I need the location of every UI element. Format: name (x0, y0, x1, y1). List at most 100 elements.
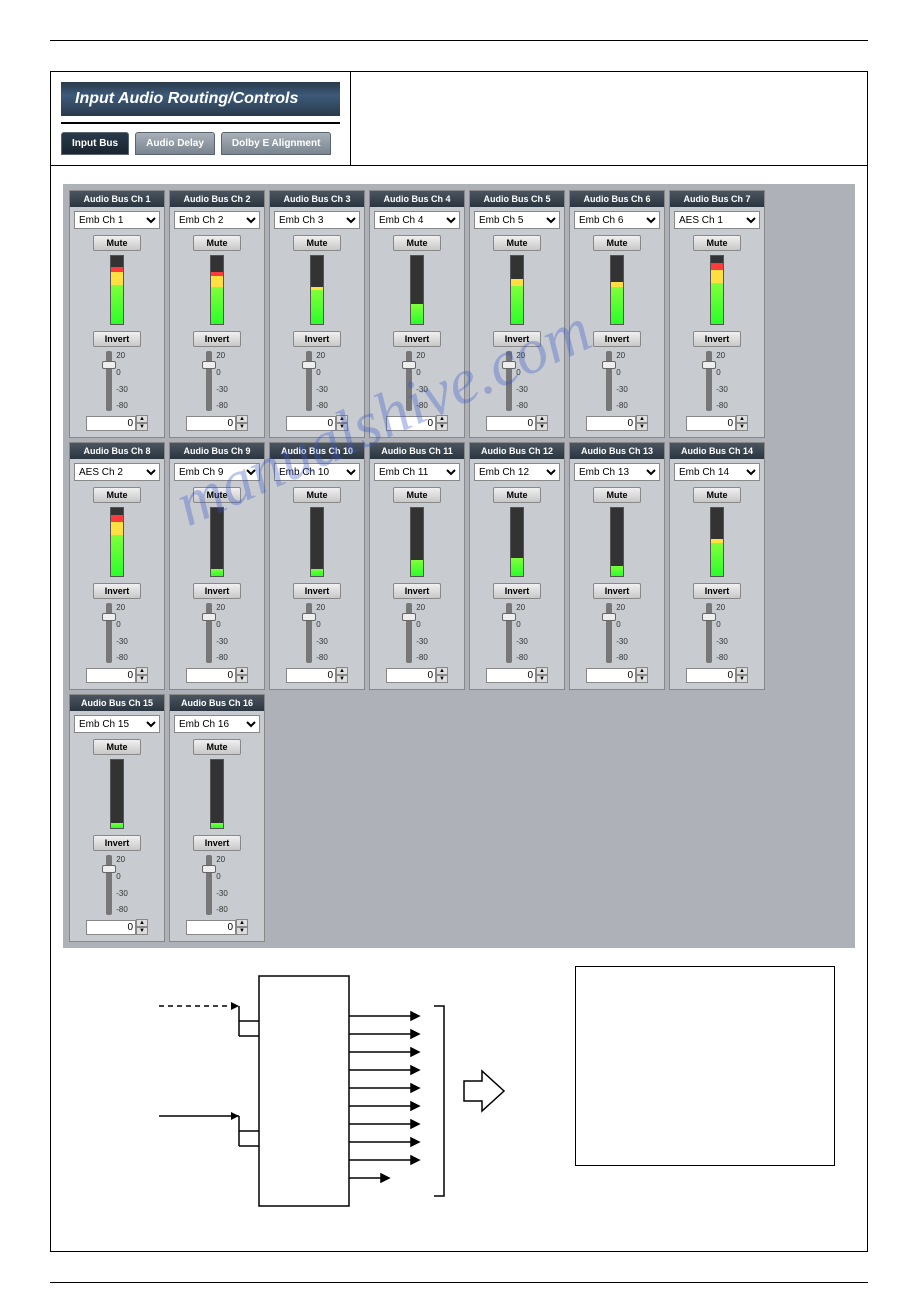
source-select[interactable]: Emb Ch 9 (174, 463, 260, 481)
tab-audio-delay[interactable]: Audio Delay (135, 132, 215, 155)
gain-spinbox[interactable]: ▲▼ (586, 415, 648, 431)
spin-down-icon[interactable]: ▼ (136, 675, 148, 683)
invert-button[interactable]: Invert (293, 331, 341, 347)
gain-fader[interactable]: 200-30-80 (606, 603, 628, 663)
invert-button[interactable]: Invert (393, 583, 441, 599)
gain-spinbox[interactable]: ▲▼ (486, 667, 548, 683)
mute-button[interactable]: Mute (693, 235, 741, 251)
mute-button[interactable]: Mute (293, 487, 341, 503)
gain-spinbox[interactable]: ▲▼ (486, 415, 548, 431)
spin-up-icon[interactable]: ▲ (536, 415, 548, 423)
spin-up-icon[interactable]: ▲ (136, 415, 148, 423)
gain-fader[interactable]: 200-30-80 (206, 855, 228, 915)
source-select[interactable]: Emb Ch 13 (574, 463, 660, 481)
source-select[interactable]: Emb Ch 5 (474, 211, 560, 229)
spin-up-icon[interactable]: ▲ (236, 415, 248, 423)
spin-down-icon[interactable]: ▼ (136, 423, 148, 431)
mute-button[interactable]: Mute (193, 487, 241, 503)
mute-button[interactable]: Mute (293, 235, 341, 251)
source-select[interactable]: Emb Ch 14 (674, 463, 760, 481)
spin-up-icon[interactable]: ▲ (236, 919, 248, 927)
mute-button[interactable]: Mute (393, 487, 441, 503)
spin-up-icon[interactable]: ▲ (336, 415, 348, 423)
gain-fader[interactable]: 200-30-80 (106, 855, 128, 915)
source-select[interactable]: AES Ch 1 (674, 211, 760, 229)
mute-button[interactable]: Mute (593, 235, 641, 251)
spin-up-icon[interactable]: ▲ (636, 667, 648, 675)
gain-fader[interactable]: 200-30-80 (506, 351, 528, 411)
spin-down-icon[interactable]: ▼ (736, 675, 748, 683)
invert-button[interactable]: Invert (193, 583, 241, 599)
gain-spinbox[interactable]: ▲▼ (186, 919, 248, 935)
gain-fader[interactable]: 200-30-80 (306, 351, 328, 411)
gain-fader[interactable]: 200-30-80 (206, 351, 228, 411)
tab-dolby-e-alignment[interactable]: Dolby E Alignment (221, 132, 332, 155)
gain-spinbox[interactable]: ▲▼ (186, 415, 248, 431)
source-select[interactable]: Emb Ch 12 (474, 463, 560, 481)
source-select[interactable]: Emb Ch 4 (374, 211, 460, 229)
spin-down-icon[interactable]: ▼ (536, 423, 548, 431)
spin-up-icon[interactable]: ▲ (236, 667, 248, 675)
spin-down-icon[interactable]: ▼ (536, 675, 548, 683)
mute-button[interactable]: Mute (593, 487, 641, 503)
gain-spinbox[interactable]: ▲▼ (86, 919, 148, 935)
mute-button[interactable]: Mute (193, 235, 241, 251)
gain-fader[interactable]: 200-30-80 (106, 351, 128, 411)
invert-button[interactable]: Invert (93, 331, 141, 347)
mute-button[interactable]: Mute (393, 235, 441, 251)
source-select[interactable]: Emb Ch 16 (174, 715, 260, 733)
gain-spinbox[interactable]: ▲▼ (186, 667, 248, 683)
spin-down-icon[interactable]: ▼ (436, 423, 448, 431)
tab-input-bus[interactable]: Input Bus (61, 132, 129, 155)
spin-down-icon[interactable]: ▼ (336, 675, 348, 683)
gain-fader[interactable]: 200-30-80 (106, 603, 128, 663)
gain-fader[interactable]: 200-30-80 (606, 351, 628, 411)
invert-button[interactable]: Invert (593, 583, 641, 599)
spin-down-icon[interactable]: ▼ (236, 927, 248, 935)
gain-spinbox[interactable]: ▲▼ (686, 667, 748, 683)
invert-button[interactable]: Invert (193, 331, 241, 347)
gain-fader[interactable]: 200-30-80 (206, 603, 228, 663)
source-select[interactable]: Emb Ch 3 (274, 211, 360, 229)
spin-down-icon[interactable]: ▼ (736, 423, 748, 431)
source-select[interactable]: Emb Ch 6 (574, 211, 660, 229)
gain-spinbox[interactable]: ▲▼ (386, 667, 448, 683)
spin-up-icon[interactable]: ▲ (736, 667, 748, 675)
spin-up-icon[interactable]: ▲ (136, 667, 148, 675)
invert-button[interactable]: Invert (293, 583, 341, 599)
mute-button[interactable]: Mute (193, 739, 241, 755)
mute-button[interactable]: Mute (693, 487, 741, 503)
gain-spinbox[interactable]: ▲▼ (286, 415, 348, 431)
gain-spinbox[interactable]: ▲▼ (86, 667, 148, 683)
spin-up-icon[interactable]: ▲ (436, 667, 448, 675)
source-select[interactable]: Emb Ch 11 (374, 463, 460, 481)
invert-button[interactable]: Invert (393, 331, 441, 347)
invert-button[interactable]: Invert (193, 835, 241, 851)
mute-button[interactable]: Mute (93, 487, 141, 503)
gain-fader[interactable]: 200-30-80 (406, 603, 428, 663)
spin-down-icon[interactable]: ▼ (636, 675, 648, 683)
spin-down-icon[interactable]: ▼ (136, 927, 148, 935)
gain-spinbox[interactable]: ▲▼ (286, 667, 348, 683)
invert-button[interactable]: Invert (693, 583, 741, 599)
gain-fader[interactable]: 200-30-80 (306, 603, 328, 663)
spin-down-icon[interactable]: ▼ (236, 423, 248, 431)
source-select[interactable]: Emb Ch 10 (274, 463, 360, 481)
gain-fader[interactable]: 200-30-80 (406, 351, 428, 411)
mute-button[interactable]: Mute (493, 235, 541, 251)
invert-button[interactable]: Invert (93, 583, 141, 599)
invert-button[interactable]: Invert (593, 331, 641, 347)
mute-button[interactable]: Mute (493, 487, 541, 503)
gain-spinbox[interactable]: ▲▼ (86, 415, 148, 431)
spin-up-icon[interactable]: ▲ (436, 415, 448, 423)
spin-up-icon[interactable]: ▲ (136, 919, 148, 927)
spin-up-icon[interactable]: ▲ (736, 415, 748, 423)
spin-down-icon[interactable]: ▼ (636, 423, 648, 431)
gain-spinbox[interactable]: ▲▼ (386, 415, 448, 431)
spin-up-icon[interactable]: ▲ (536, 667, 548, 675)
invert-button[interactable]: Invert (93, 835, 141, 851)
invert-button[interactable]: Invert (493, 331, 541, 347)
invert-button[interactable]: Invert (493, 583, 541, 599)
source-select[interactable]: Emb Ch 15 (74, 715, 160, 733)
source-select[interactable]: Emb Ch 2 (174, 211, 260, 229)
